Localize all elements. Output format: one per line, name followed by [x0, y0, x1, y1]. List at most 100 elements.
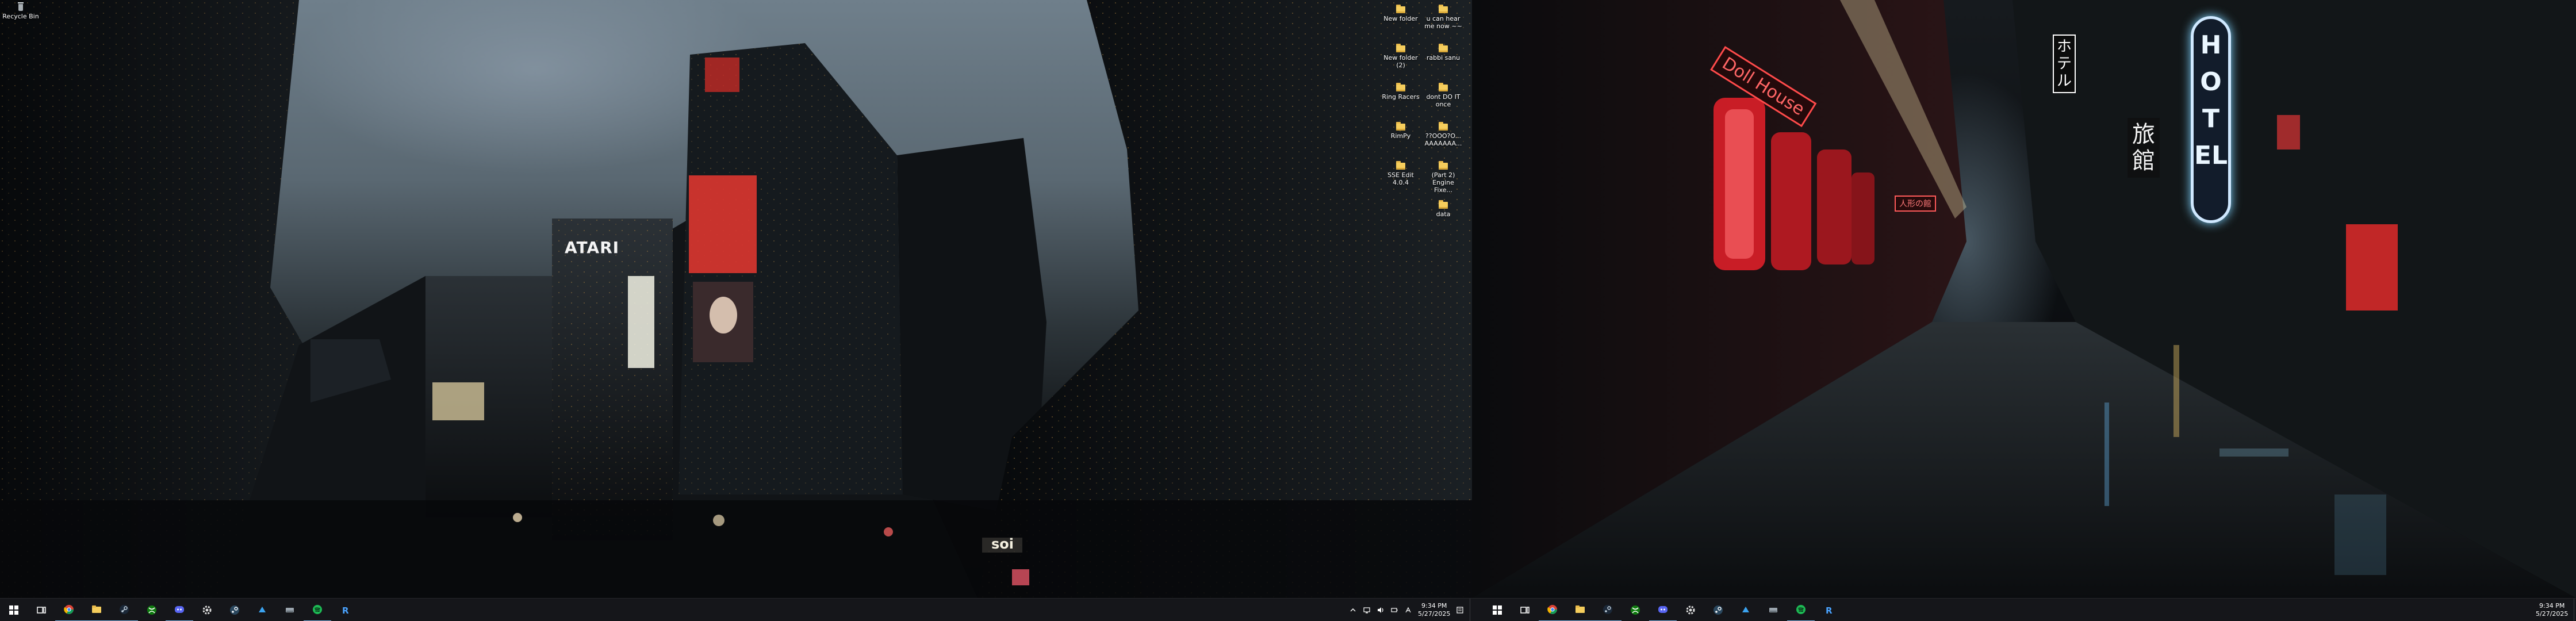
desktop-icon-label: New folder (2) [1383, 54, 1418, 69]
taskbar-app-drive[interactable] [276, 599, 304, 621]
battery-icon[interactable] [1390, 606, 1398, 614]
folder-icon [1438, 3, 1448, 14]
app-icon [259, 607, 266, 612]
taskbar-discord[interactable] [166, 599, 193, 621]
desktop-icon-label: New folder [1383, 15, 1418, 22]
wallpaper-cityscape-scene [0, 0, 1472, 598]
start-button-right[interactable] [1483, 599, 1511, 621]
desktop-icon-label: rabbi sanu [1426, 54, 1460, 62]
steam-icon [230, 605, 239, 615]
desktop-icon-label: SSE Edit 4.0.4 [1387, 171, 1414, 186]
spotify-icon [1796, 605, 1805, 614]
task-view-icon [1520, 607, 1529, 614]
desktop-icon-label: RimPy [1390, 132, 1411, 140]
desktop-folder-rabbi-sanu[interactable]: rabbi sanu [1423, 43, 1464, 62]
task-view-icon [37, 607, 46, 614]
folder-icon [1438, 199, 1448, 209]
folder-icon [1438, 82, 1448, 92]
desktop-folder-sse-edit[interactable]: SSE Edit 4.0.4 [1380, 160, 1421, 186]
xbox-icon [147, 605, 156, 615]
desktop-folder-rimpy[interactable]: RimPy [1380, 121, 1421, 140]
taskbar-right: R 9:34 PM 5/27/2025 [1472, 598, 2576, 621]
ryokan-sign: 旅館 [2128, 118, 2160, 178]
monitor-left: ATARI soi Recycle Bin New folder u can h… [0, 0, 1472, 621]
svg-text:R: R [342, 605, 349, 616]
task-view-button[interactable] [28, 599, 55, 621]
taskbar-left: R 9:34 PM 5/27/2025 [0, 598, 1472, 621]
folder-icon [1396, 82, 1406, 92]
system-tray: 9:34 PM 5/27/2025 [1349, 599, 1472, 621]
gear-icon [1686, 605, 1695, 615]
taskbar-app-r[interactable]: R [331, 599, 359, 621]
desktop-wallpaper-left [0, 0, 1472, 598]
desktop-icon-label: dont DO IT once [1426, 93, 1460, 108]
taskbar-app-drive-right[interactable] [1759, 599, 1787, 621]
taskbar-app-list-right: R [1483, 599, 1842, 621]
desktop-folder-data[interactable]: data [1423, 199, 1464, 218]
taskbar-file-explorer[interactable] [83, 599, 110, 621]
monitor-right: Doll House 人形の館 ホテル 旅館 HOTEL R 9:34 PM 5… [1472, 0, 2576, 621]
clock-date: 5/27/2025 [2536, 610, 2569, 618]
taskbar-app-blue[interactable] [248, 599, 276, 621]
taskbar-settings[interactable] [193, 599, 221, 621]
app-icon [1742, 607, 1749, 612]
taskbar-chrome-right[interactable] [1539, 599, 1566, 621]
svg-text:R: R [1826, 605, 1833, 616]
small-neon-sign: 人形の館 [1895, 195, 1936, 212]
system-tray-right: 9:34 PM 5/27/2025 [2536, 599, 2576, 621]
desktop-icon-label: u can hear me now ~~ [1424, 15, 1462, 30]
discord-icon [1658, 606, 1667, 613]
taskbar-chrome[interactable] [55, 599, 83, 621]
taskbar-steam-right[interactable] [1594, 599, 1621, 621]
taskbar-app-r-right[interactable]: R [1815, 599, 1842, 621]
taskbar-clock-right[interactable]: 9:34 PM 5/27/2025 [2536, 602, 2568, 618]
windows-icon [1493, 605, 1502, 615]
soi-billboard-text: soi [991, 536, 1014, 552]
desktop-folder-dont-do-it[interactable]: dont DO IT once [1423, 82, 1464, 108]
taskbar-steam[interactable] [110, 599, 138, 621]
chrome-icon [64, 605, 74, 614]
recycle-bin-label: Recycle Bin [2, 13, 39, 20]
windows-icon [9, 605, 18, 615]
folder-icon [1396, 43, 1406, 53]
taskbar-settings-right[interactable] [1677, 599, 1704, 621]
task-view-button-right[interactable] [1511, 599, 1539, 621]
desktop-icon-label: ??OOO?O... AAAAAAA... [1424, 132, 1462, 147]
desktop-folder-aaaaaaa[interactable]: ??OOO?O... AAAAAAA... [1423, 121, 1464, 147]
show-desktop-button-right[interactable] [2574, 599, 2576, 621]
desktop-folder-ring-racers[interactable]: Ring Racers [1380, 82, 1421, 101]
folder-icon [1438, 121, 1448, 131]
desktop-folder-engine-fixes[interactable]: (Part 2) Engine Fixe... [1423, 160, 1464, 194]
network-icon[interactable] [1363, 606, 1371, 614]
language-icon[interactable] [1404, 606, 1412, 614]
taskbar-steam-2-right[interactable] [1704, 599, 1732, 621]
hotel-neon-sign: HOTEL [2191, 16, 2231, 223]
folder-icon [1575, 605, 1585, 613]
desktop-folder-new-folder-2[interactable]: New folder (2) [1380, 43, 1421, 69]
taskbar-steam-2[interactable] [221, 599, 248, 621]
taskbar-xbox[interactable] [138, 599, 166, 621]
notification-icon[interactable] [1456, 606, 1464, 614]
chevron-up-icon[interactable] [1349, 606, 1357, 614]
atari-billboard-text: ATARI [565, 238, 620, 257]
taskbar-xbox-right[interactable] [1621, 599, 1649, 621]
taskbar-app-blue-right[interactable] [1732, 599, 1759, 621]
start-button[interactable] [0, 599, 28, 621]
folder-icon [1396, 160, 1406, 170]
recycle-bin-shortcut[interactable]: Recycle Bin [0, 1, 41, 20]
r-icon: R [1826, 605, 1833, 616]
taskbar-file-explorer-right[interactable] [1566, 599, 1594, 621]
steam-icon [1603, 605, 1612, 614]
wallpaper-neon-street-scene [1472, 0, 2576, 598]
taskbar-discord-right[interactable] [1649, 599, 1677, 621]
volume-icon[interactable] [1377, 606, 1385, 614]
taskbar-clock[interactable]: 9:34 PM 5/27/2025 [1418, 602, 1450, 618]
taskbar-spotify[interactable] [304, 599, 331, 621]
clock-time: 9:34 PM [1421, 602, 1447, 610]
desktop-folder-u-can-hear-me-now[interactable]: u can hear me now ~~ [1423, 3, 1464, 30]
folder-icon [1438, 43, 1448, 53]
gear-icon [202, 605, 212, 615]
drive-icon [1769, 608, 1777, 612]
desktop-folder-new-folder[interactable]: New folder [1380, 3, 1421, 22]
taskbar-spotify-right[interactable] [1787, 599, 1815, 621]
